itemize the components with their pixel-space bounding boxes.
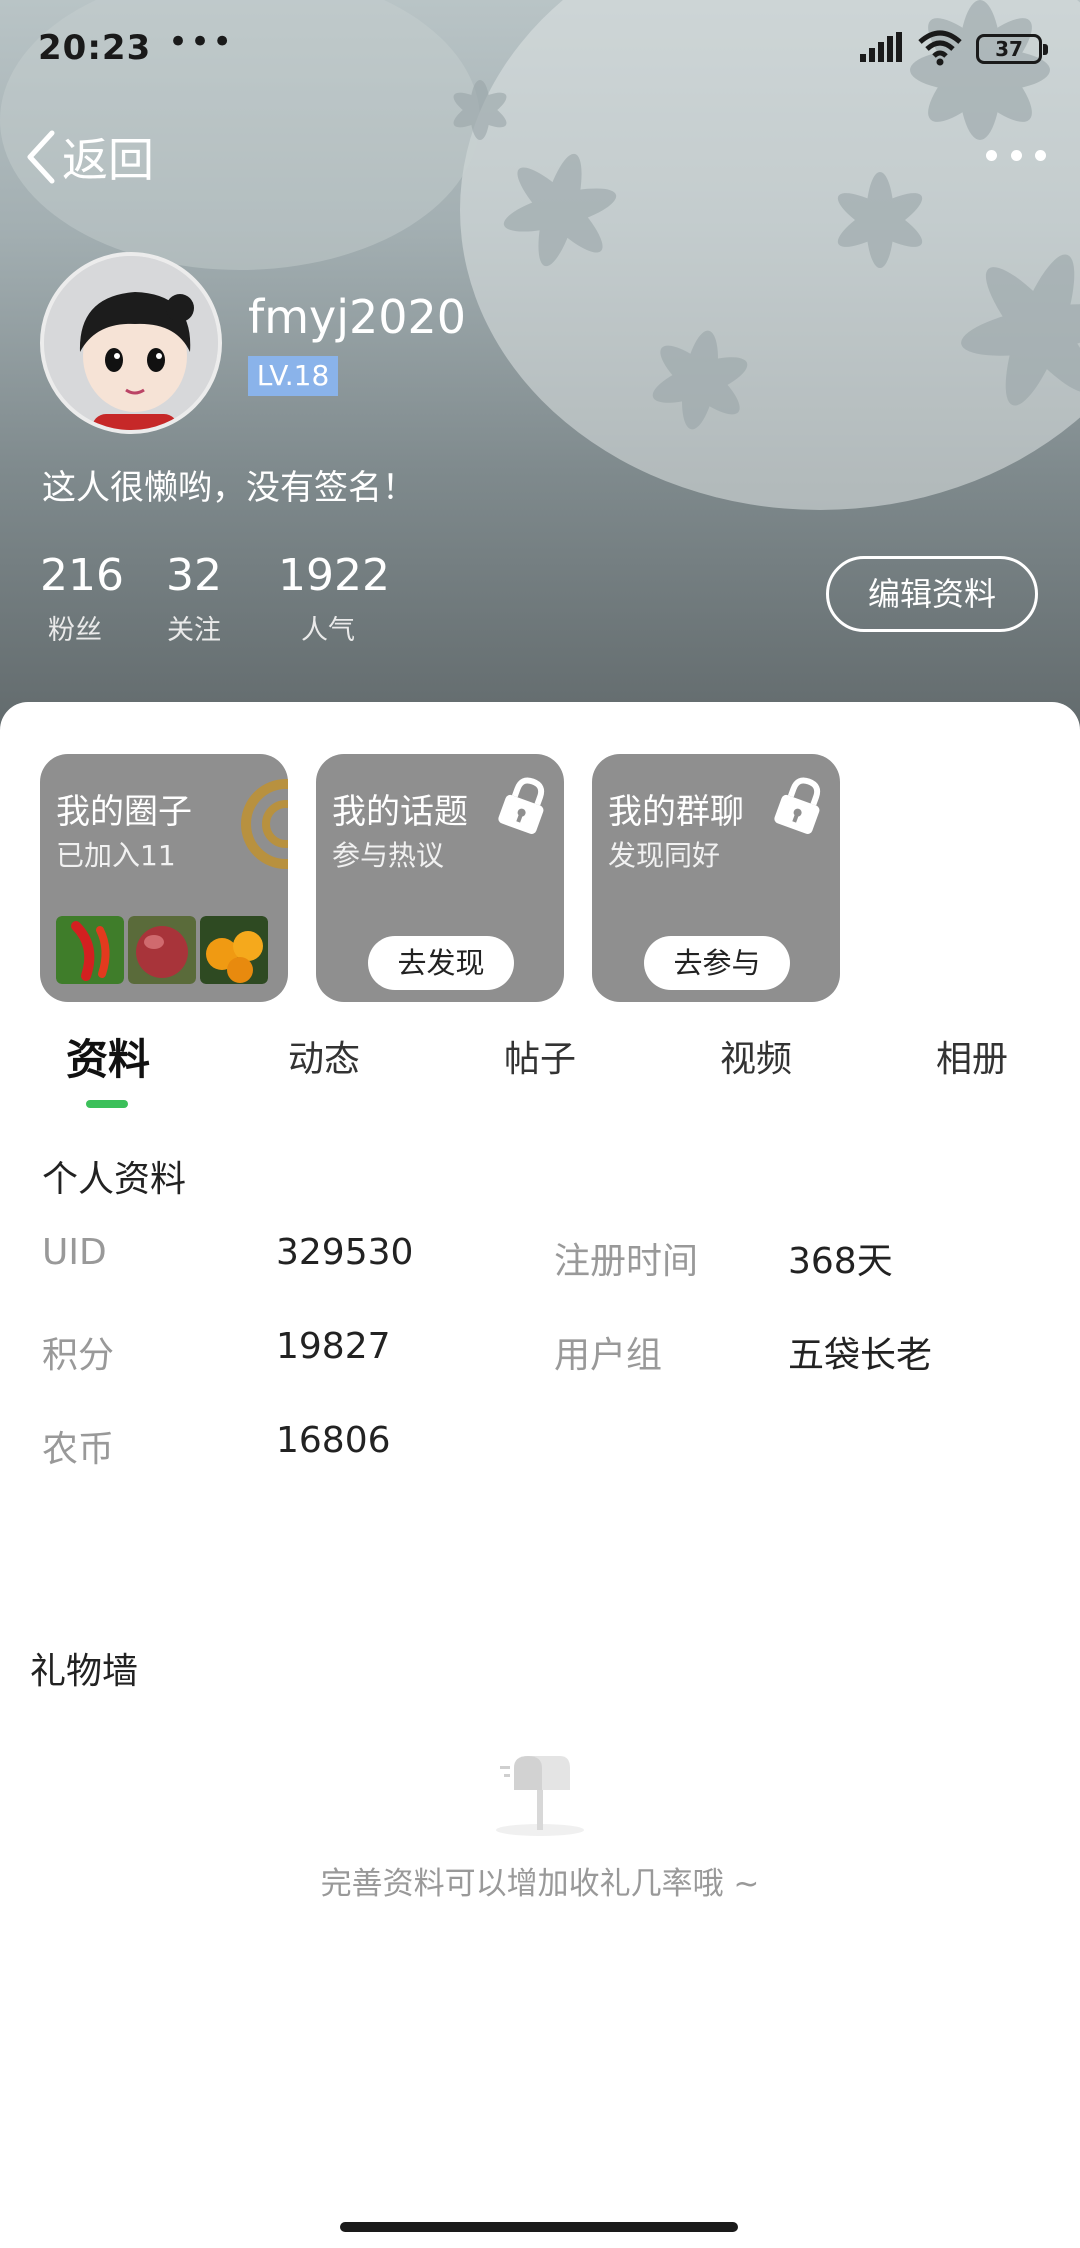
field-label-user-group: 用户组	[554, 1335, 663, 1376]
card-title: 我的话题	[332, 792, 468, 832]
card-my-topics[interactable]: 我的话题 参与热议 去发现	[316, 754, 564, 1002]
field-value-register-time: 368天	[788, 1241, 893, 1282]
signature: 这人很懒哟，没有签名！	[42, 468, 416, 508]
battery-icon: 37	[976, 34, 1048, 64]
more-icon-dot	[1035, 149, 1046, 161]
card-title: 我的群聊	[608, 792, 744, 832]
lock-icon	[498, 777, 545, 834]
status-more-dots: •••	[168, 22, 235, 62]
avatar[interactable]	[40, 252, 222, 434]
section-title-personal-info: 个人资料	[42, 1159, 187, 1200]
stat-fans[interactable]: 216 粉丝	[40, 548, 124, 647]
status-bar: 20:23 ••• 37	[0, 0, 1080, 100]
stat-following[interactable]: 32 关注	[158, 548, 230, 647]
stat-label: 关注	[167, 615, 221, 646]
field-value-user-group: 五袋长老	[788, 1335, 933, 1376]
profile-tabs: 资料 动态 帖子 视频 相册	[0, 1032, 1080, 1122]
tab-activity[interactable]: 动态	[244, 1032, 404, 1088]
section-title-gift-wall: 礼物墙	[30, 1651, 139, 1692]
field-label-coins: 农币	[42, 1429, 115, 1470]
signal-icon	[860, 32, 902, 62]
avatar-image	[44, 256, 218, 430]
card-subtitle: 参与热议	[332, 839, 445, 872]
circle-thumbnail-peppers[interactable]	[56, 916, 124, 984]
active-tab-indicator	[86, 1100, 128, 1108]
lock-icon	[774, 777, 821, 834]
card-my-circles[interactable]: 我的圈子 已加入11	[40, 754, 288, 1002]
back-label: 返回	[62, 133, 154, 187]
card-subtitle: 发现同好	[608, 839, 721, 872]
join-button[interactable]: 去参与	[644, 936, 790, 990]
field-label-uid: UID	[42, 1232, 107, 1273]
stat-value: 32	[166, 550, 222, 601]
back-button[interactable]: 返回	[24, 122, 154, 192]
circle-thumbnail-fruit[interactable]	[128, 916, 196, 984]
card-title: 我的圈子	[56, 792, 192, 832]
stat-value: 216	[40, 550, 124, 601]
field-value-points: 19827	[276, 1326, 391, 1367]
wifi-icon	[918, 30, 962, 66]
card-subtitle: 已加入11	[56, 839, 176, 872]
chevron-left-icon	[27, 130, 55, 184]
discover-button[interactable]: 去发现	[368, 936, 514, 990]
tab-albums[interactable]: 相册	[892, 1032, 1052, 1088]
mailbox-icon	[496, 1756, 584, 1836]
more-options-button[interactable]	[986, 140, 1046, 170]
field-label-points: 积分	[42, 1335, 115, 1376]
card-my-group-chats[interactable]: 我的群聊 发现同好 去参与	[592, 754, 840, 1002]
stat-label: 人气	[301, 615, 355, 646]
stat-popularity[interactable]: 1922 人气	[278, 548, 390, 647]
more-icon-dot	[1010, 149, 1022, 161]
profile-content: 我的圈子 已加入11 我的话题 参与热议 去发现 我的群聊 发现同好 去参与 资…	[0, 702, 1080, 2248]
field-label-register-time: 注册时间	[554, 1241, 699, 1282]
status-time: 20:23	[38, 28, 152, 68]
home-indicator[interactable]	[340, 2222, 738, 2232]
tab-posts[interactable]: 帖子	[460, 1032, 620, 1088]
battery-level: 37	[995, 37, 1023, 61]
circle-ring-icon	[241, 779, 288, 869]
field-value-uid: 329530	[276, 1232, 414, 1273]
field-value-coins: 16806	[276, 1420, 391, 1461]
stat-value: 1922	[278, 550, 390, 601]
more-icon	[986, 149, 997, 161]
username: fmyj2020	[248, 290, 467, 344]
gift-wall-empty-text: 完善资料可以增加收礼几率哦 ~	[320, 1866, 760, 1902]
tab-profile-info[interactable]: 资料	[28, 1032, 188, 1088]
stat-label: 粉丝	[48, 615, 102, 646]
level-badge: LV.18	[248, 356, 338, 396]
circle-thumbnail-oranges[interactable]	[200, 916, 268, 984]
tab-videos[interactable]: 视频	[676, 1032, 836, 1088]
edit-profile-button[interactable]: 编辑资料	[826, 556, 1038, 632]
